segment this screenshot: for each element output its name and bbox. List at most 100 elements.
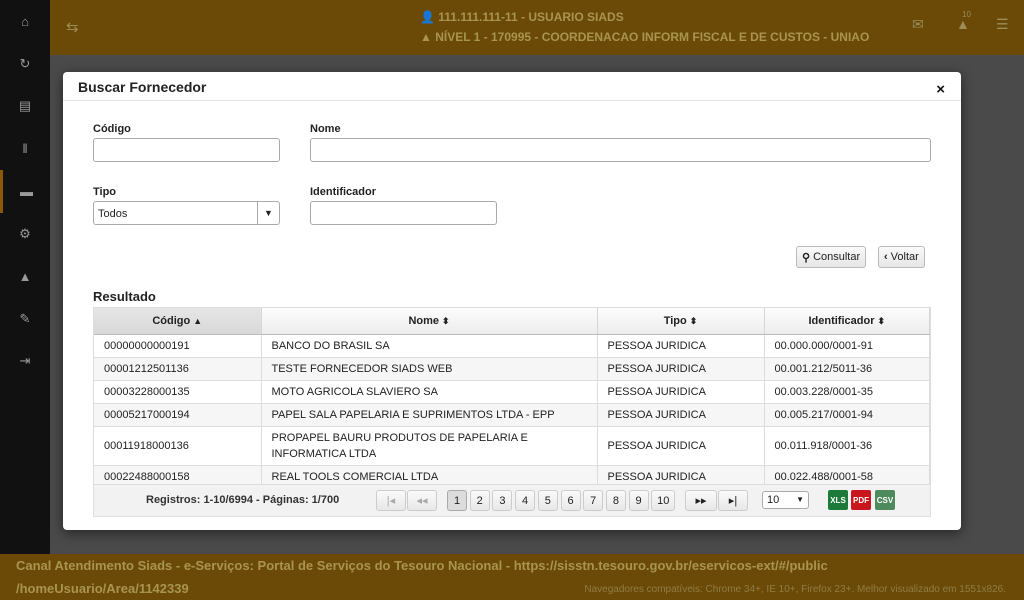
app-sidebar: ⌂ ↻ ▤ ‖ ▬ ⚙ ▲ ✎ ⇥ bbox=[0, 0, 50, 600]
table-cell: PESSOA JURIDICA bbox=[597, 465, 765, 484]
search-icon: ⚲ bbox=[802, 251, 811, 264]
last-page-button[interactable]: ▸| bbox=[718, 490, 748, 511]
table-cell: TESTE FORNECEDOR SIADS WEB bbox=[261, 357, 598, 381]
app-footer: Canal Atendimento Siads - e-Serviços: Po… bbox=[0, 554, 1024, 600]
table-cell: 00.001.212/5011-36 bbox=[764, 357, 930, 381]
table-cell: PESSOA JURIDICA bbox=[597, 403, 765, 427]
logout-icon[interactable]: ⇥ bbox=[0, 340, 50, 383]
codigo-label: Código bbox=[93, 123, 131, 135]
records-info: Registros: 1-10/6994 - Páginas: 1/700 bbox=[146, 494, 340, 506]
user-text: 111.111.111-11 - USUARIO SIADS bbox=[438, 10, 624, 24]
menu-icon[interactable]: ☰ bbox=[996, 16, 1009, 33]
nome-input[interactable] bbox=[310, 138, 931, 162]
csv-export-icon[interactable]: CSV bbox=[875, 490, 895, 510]
notification-badge: 10 bbox=[962, 10, 971, 19]
table-cell: 00001212501136 bbox=[94, 357, 262, 381]
table-cell: REAL TOOLS COMERCIAL LTDA bbox=[261, 465, 598, 484]
voltar-button[interactable]: ‹ Voltar bbox=[878, 246, 925, 268]
chevron-left-icon: ‹ bbox=[884, 251, 888, 263]
page-button[interactable]: 4 bbox=[515, 490, 536, 511]
table-cell: PESSOA JURIDICA bbox=[597, 357, 765, 381]
column-header-identificador[interactable]: Identificador ⬍ bbox=[764, 308, 930, 335]
page-button[interactable]: 8 bbox=[605, 490, 626, 511]
page-size-value: 10 bbox=[767, 494, 780, 506]
footer-link[interactable]: Canal Atendimento Siads - e-Serviços: Po… bbox=[16, 558, 828, 573]
table-row[interactable]: 00000000000191 BANCO DO BRASIL SA PESSOA J… bbox=[94, 334, 930, 358]
table-cell: BANCO DO BRASIL SA bbox=[261, 334, 598, 358]
page-button[interactable]: 10 bbox=[651, 490, 676, 511]
prev-page-button[interactable]: ◂◂ bbox=[407, 490, 437, 511]
page-button[interactable]: 3 bbox=[492, 490, 513, 511]
table-cell: PESSOA JURIDICA bbox=[597, 334, 765, 358]
chevron-down-icon: ▼ bbox=[796, 495, 804, 504]
level-text: NÍVEL 1 - 170995 - COORDENACAO INFORM FI… bbox=[435, 30, 870, 44]
table-row[interactable]: 00022488000158 REAL TOOLS COMERCIAL LTDA P… bbox=[94, 465, 930, 484]
footer-link-path[interactable]: /homeUsuario/Area/1142339 bbox=[16, 581, 189, 596]
excel-export-icon[interactable]: XLS bbox=[828, 490, 848, 510]
header-label: Identificador bbox=[808, 314, 875, 327]
document-icon[interactable]: ▤ bbox=[0, 85, 50, 128]
table-cell: PESSOA JURIDICA bbox=[597, 426, 765, 466]
table-cell: 00.022.488/0001-58 bbox=[764, 465, 930, 484]
header-label: Código bbox=[152, 314, 191, 327]
pdf-export-icon[interactable]: PDF bbox=[851, 490, 871, 510]
header-label: Nome bbox=[408, 314, 439, 327]
column-header-tipo[interactable]: Tipo ⬍ bbox=[597, 308, 765, 335]
archive-icon[interactable]: ▬ bbox=[0, 170, 50, 213]
table-cell: PESSOA JURIDICA bbox=[597, 380, 765, 404]
table-cell: PROPAPEL BAURU PRODUTOS DE PAPELARIA E I… bbox=[261, 426, 598, 466]
close-icon[interactable]: × bbox=[936, 82, 945, 97]
refresh-icon[interactable]: ↻ bbox=[0, 43, 50, 86]
tipo-select[interactable]: Todos ▼ bbox=[93, 201, 280, 225]
tipo-select-value: Todos bbox=[98, 208, 128, 220]
page-button[interactable]: 7 bbox=[583, 490, 604, 511]
results-table: Código ▲ Nome ⬍ Tipo ⬍ Identificador ⬍ 00000… bbox=[93, 307, 931, 485]
table-cell: 00.003.228/0001-35 bbox=[764, 380, 930, 404]
page-button[interactable]: 9 bbox=[628, 490, 649, 511]
chevron-down-icon: ▼ bbox=[257, 202, 279, 224]
column-header-nome[interactable]: Nome ⬍ bbox=[261, 308, 598, 335]
next-page-button[interactable]: ▸▸ bbox=[685, 490, 717, 511]
identificador-label: Identificador bbox=[310, 186, 377, 198]
page-size-select[interactable]: 10 ▼ bbox=[762, 491, 809, 509]
table-cell: 00.005.217/0001-94 bbox=[764, 403, 930, 427]
table-row[interactable]: 00003228000135 MOTO AGRICOLA SLAVIERO SA P… bbox=[94, 380, 930, 404]
pagination-bar: Registros: 1-10/6994 - Páginas: 1/700 |◂… bbox=[93, 485, 931, 517]
table-row[interactable]: 00001212501136 TESTE FORNECEDOR SIADS WEB… bbox=[94, 357, 930, 381]
header-label: Tipo bbox=[663, 314, 687, 327]
sort-asc-icon: ▲ bbox=[193, 315, 203, 326]
graduation-icon[interactable]: ✎ bbox=[0, 298, 50, 341]
footer-browsers: Navegadores compatíveis: Chrome 34+, IE … bbox=[584, 584, 1006, 595]
page-button[interactable]: 5 bbox=[537, 490, 558, 511]
consultar-button[interactable]: ⚲ Consultar bbox=[796, 246, 867, 268]
identificador-input[interactable] bbox=[310, 201, 497, 225]
sort-icon: ⬍ bbox=[442, 315, 450, 326]
table-cell: 00003228000135 bbox=[94, 380, 262, 404]
table-cell: PAPEL SALA PAPELARIA E SUPRIMENTOS LTDA … bbox=[261, 403, 598, 427]
sort-icon: ⬍ bbox=[689, 315, 698, 326]
table-cell: 00005217000194 bbox=[94, 403, 262, 427]
table-row[interactable]: 00011918000136 PROPAPEL BAURU PRODUTOS DE… bbox=[94, 426, 930, 466]
page-button[interactable]: 2 bbox=[469, 490, 490, 511]
level-info: ▲ NÍVEL 1 - 170995 - COORDENACAO INFORM … bbox=[420, 30, 870, 44]
page-button[interactable]: 6 bbox=[560, 490, 581, 511]
codigo-input[interactable] bbox=[93, 138, 280, 162]
collapse-icon[interactable]: ⇆ bbox=[66, 18, 79, 36]
mail-icon[interactable]: ✉ bbox=[912, 16, 924, 33]
barcode-icon[interactable]: ‖ bbox=[0, 128, 50, 171]
search-supplier-modal: Buscar Fornecedor × Código Nome Tipo Tod… bbox=[63, 72, 961, 530]
nome-label: Nome bbox=[310, 123, 341, 135]
warning-icon[interactable]: ▲ bbox=[0, 255, 50, 298]
consultar-label: Consultar bbox=[813, 251, 861, 263]
result-title: Resultado bbox=[93, 289, 156, 304]
table-cell: MOTO AGRICOLA SLAVIERO SA bbox=[261, 380, 598, 404]
column-header-codigo[interactable]: Código ▲ bbox=[94, 308, 262, 335]
tipo-label: Tipo bbox=[93, 186, 117, 198]
home-icon[interactable]: ⌂ bbox=[0, 0, 50, 43]
table-row[interactable]: 00005217000194 PAPEL SALA PAPELARIA E SUP… bbox=[94, 403, 930, 427]
page-button[interactable]: 1 bbox=[447, 490, 467, 511]
table-cell: 00022488000158 bbox=[94, 465, 262, 484]
app-topbar: ⇆ 👤 111.111.111-11 - USUARIO SIADS ▲ NÍV… bbox=[50, 0, 1024, 55]
first-page-button[interactable]: |◂ bbox=[376, 490, 406, 511]
settings-icon[interactable]: ⚙ bbox=[0, 213, 50, 256]
